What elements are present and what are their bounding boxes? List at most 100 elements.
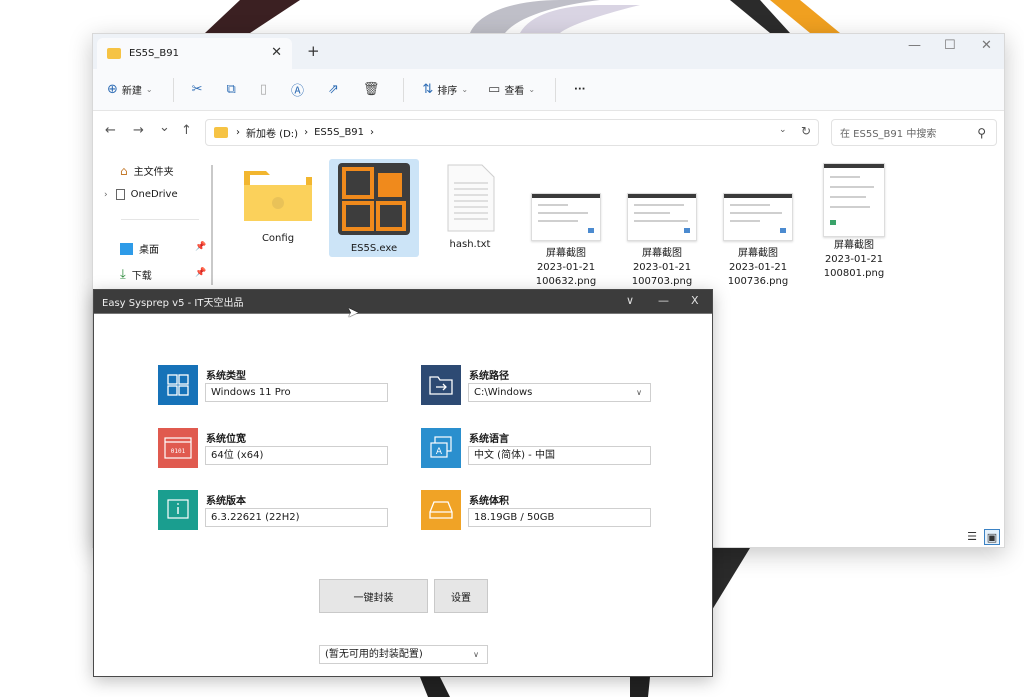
view-icon: ▭ xyxy=(488,82,501,97)
plus-circle-icon: ⊕ xyxy=(107,82,118,97)
navigation-pane: ⌂ 主文件夹 › OneDrive 桌面 📌 ⤓ 下载 📌 xyxy=(93,155,213,290)
nav-downloads-label: 下载 xyxy=(131,271,152,282)
nav-item-onedrive[interactable]: › OneDrive xyxy=(104,189,178,200)
search-input[interactable]: 在 ES5S_B91 中搜索 ⚲ xyxy=(831,119,997,146)
settings-button[interactable]: 设置 xyxy=(434,579,488,613)
address-dropdown-button[interactable]: ⌄ xyxy=(779,125,787,135)
paste-button[interactable]: ▯ xyxy=(260,82,271,97)
view-toggle-group: ☰ ▣ xyxy=(964,529,1000,545)
nav-item-downloads[interactable]: ⤓ 下载 xyxy=(120,267,152,282)
view-button[interactable]: ▭ 查看 ⌄ xyxy=(488,82,535,97)
system-version-field[interactable]: 6.3.22621 (22H2) xyxy=(205,508,388,527)
file-item-screenshot-2[interactable]: 屏幕截图 2023-01-21 100703.png xyxy=(617,193,707,289)
file-item-screenshot-1[interactable]: 屏幕截图 2023-01-21 100632.png xyxy=(521,193,611,289)
menu-dropdown-button[interactable]: ∨ xyxy=(626,294,634,307)
file-name: 屏幕截图 2023-01-21 100801.png xyxy=(823,240,885,279)
recent-button[interactable]: ⌄ xyxy=(159,120,170,135)
details-view-button[interactable]: ☰ xyxy=(964,529,980,545)
file-list: Config ES5S.exe hash.txt 屏幕截图 2023-01-21… xyxy=(231,155,991,295)
disk-icon xyxy=(421,490,461,530)
file-item-config[interactable]: Config xyxy=(233,163,323,246)
minimize-button[interactable]: — xyxy=(908,38,921,53)
forward-button[interactable]: → xyxy=(133,123,144,138)
nav-scrollbar[interactable] xyxy=(211,165,213,285)
back-button[interactable]: ← xyxy=(105,123,116,138)
more-button[interactable]: ··· xyxy=(574,84,585,95)
image-thumbnail xyxy=(823,163,885,237)
view-label: 查看 xyxy=(504,86,525,97)
chevron-down-icon: ⌄ xyxy=(461,85,469,94)
breadcrumb-folder[interactable]: ES5S_B91 xyxy=(314,127,364,138)
image-thumbnail xyxy=(531,193,601,241)
field-label: 系统路径 xyxy=(469,371,509,382)
refresh-button[interactable]: ↻ xyxy=(801,124,811,138)
toolbar-divider xyxy=(172,77,174,102)
copy-icon: ⧉ xyxy=(226,82,236,97)
nav-onedrive-label: OneDrive xyxy=(130,189,178,200)
clipboard-icon: ▯ xyxy=(259,82,267,97)
file-item-es5s-exe[interactable]: ES5S.exe xyxy=(329,159,419,257)
maximize-button[interactable]: ☐ xyxy=(944,38,956,53)
grid-icon xyxy=(158,365,198,405)
sort-button[interactable]: ⇅ 排序 ⌄ xyxy=(422,82,468,97)
nav-item-home[interactable]: ⌂ 主文件夹 xyxy=(120,163,174,179)
minimize-button[interactable]: — xyxy=(658,294,669,307)
chevron-down-icon: ⌄ xyxy=(145,85,153,94)
close-button[interactable]: X xyxy=(691,294,699,307)
system-size-field[interactable]: 18.19GB / 50GB xyxy=(468,508,651,527)
sort-icon: ⇅ xyxy=(422,82,434,97)
file-item-screenshot-4[interactable]: 屏幕截图 2023-01-21 100801.png xyxy=(809,163,899,281)
rename-icon: Ⓐ xyxy=(290,84,304,99)
binary-window-icon: 0101 xyxy=(158,428,198,468)
nav-home-label: 主文件夹 xyxy=(133,167,174,178)
copy-button[interactable]: ⧉ xyxy=(227,82,240,97)
chevron-down-icon: ⌄ xyxy=(528,85,536,94)
explorer-toolbar: ⊕ 新建 ⌄ ✂ ⧉ ▯ Ⓐ ⇗ 🗑 ⇅ 排序 ⌄ ▭ 查看 ⌄ ··· xyxy=(93,69,1004,111)
new-tab-button[interactable]: + xyxy=(307,42,320,60)
package-config-select[interactable]: (暂无可用的封装配置) ∨ xyxy=(319,645,488,664)
close-button[interactable]: ✕ xyxy=(981,38,992,53)
file-item-screenshot-3[interactable]: 屏幕截图 2023-01-21 100736.png xyxy=(713,193,803,289)
svg-text:0101: 0101 xyxy=(171,448,186,455)
share-button[interactable]: ⇗ xyxy=(328,82,343,97)
folder-arrow-icon xyxy=(421,365,461,405)
field-label: 系统体积 xyxy=(469,496,509,507)
text-file-icon xyxy=(447,164,495,232)
trash-icon: 🗑 xyxy=(362,82,380,97)
new-label: 新建 xyxy=(121,86,142,97)
chevron-down-icon: ∨ xyxy=(473,650,479,659)
delete-button[interactable]: 🗑 xyxy=(363,82,384,97)
file-name: ES5S.exe xyxy=(350,243,398,254)
image-thumbnail xyxy=(723,193,793,241)
explorer-tab[interactable]: ES5S_B91 ✕ xyxy=(97,38,292,69)
breadcrumb-separator: › xyxy=(236,127,240,138)
config-select-value: (暂无可用的封装配置) xyxy=(325,649,423,660)
file-item-hash-txt[interactable]: hash.txt xyxy=(425,163,515,252)
field-label: 系统版本 xyxy=(206,496,246,507)
breadcrumb-separator: › xyxy=(370,127,375,138)
system-language-field[interactable]: 中文 (简体) - 中国 xyxy=(468,446,651,465)
breadcrumb-drive[interactable]: 新加卷 (D:) xyxy=(246,125,298,140)
system-bits-field[interactable]: 64位 (x64) xyxy=(205,446,388,465)
system-type-field[interactable]: Windows 11 Pro xyxy=(205,383,388,402)
search-icon: ⚲ xyxy=(977,126,986,140)
rename-button[interactable]: Ⓐ xyxy=(291,80,308,99)
sysprep-title: Easy Sysprep v5 - IT天空出品 xyxy=(102,298,244,309)
mouse-cursor-icon: ➤ xyxy=(347,305,359,321)
sysprep-titlebar: Easy Sysprep v5 - IT天空出品 ∨ — X xyxy=(94,290,712,313)
tiles-view-button[interactable]: ▣ xyxy=(984,529,1000,545)
field-label: 系统类型 xyxy=(206,371,246,382)
breadcrumb-separator: › xyxy=(304,127,309,138)
one-click-package-button[interactable]: 一键封装 xyxy=(319,579,428,613)
tab-close-button[interactable]: ✕ xyxy=(271,45,282,60)
pin-icon: 📌 xyxy=(195,242,207,252)
document-icon xyxy=(115,189,125,200)
more-label: ··· xyxy=(574,84,586,95)
up-button[interactable]: ↑ xyxy=(181,123,192,138)
new-button[interactable]: ⊕ 新建 ⌄ xyxy=(107,82,153,97)
pin-icon: 📌 xyxy=(195,268,207,278)
address-bar[interactable]: › 新加卷 (D:) › ES5S_B91 › xyxy=(205,119,819,146)
nav-item-desktop[interactable]: 桌面 xyxy=(120,241,159,256)
system-path-select[interactable]: C:\Windows xyxy=(468,383,651,402)
cut-button[interactable]: ✂ xyxy=(192,82,207,97)
